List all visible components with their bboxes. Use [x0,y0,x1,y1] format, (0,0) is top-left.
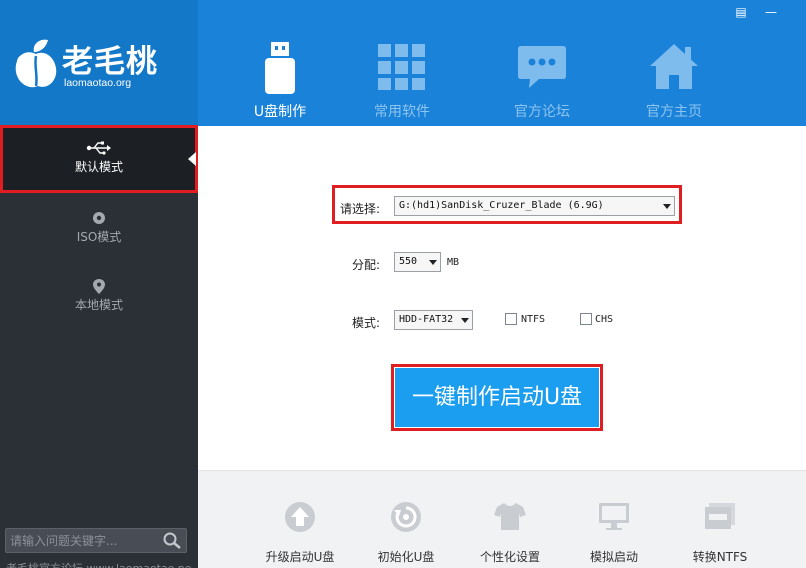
logo-area: 老毛桃 laomaotao.org [0,0,198,126]
chevron-down-icon [663,204,671,209]
chs-checkbox[interactable] [580,313,592,325]
allocate-unit: MB [447,257,460,268]
minimize-icon: — [765,5,777,19]
tools-bar: 升级启动U盘 初始化U盘 个性化设置 模拟启动 转换NTFS [198,470,806,568]
header: ▤ — U盘制作 常用软件 官方论坛 官方主页 [198,0,806,126]
reset-icon [356,501,456,535]
tab-label: 官方论坛 [514,104,570,120]
peach-logo-icon [15,39,57,88]
sidebar: 老毛桃 laomaotao.org 默认模式 ISO模式 本地模式 请输入问题关… [0,0,198,568]
tab-official-home[interactable]: 官方主页 [624,0,724,126]
device-select-value: G:(hd1)SanDisk_Cruzer_Blade (6.9G) [399,200,604,211]
tool-label: 升级启动U盘 [265,550,335,564]
disc-icon [0,211,198,227]
sidebar-item-label: 本地模式 [74,298,123,312]
ntfs-checkbox[interactable] [505,313,517,325]
tab-common-software[interactable]: 常用软件 [352,0,452,126]
mode-select[interactable]: HDD-FAT32 [394,310,473,330]
sidebar-item-iso-mode[interactable]: ISO模式 [0,195,198,263]
tab-label: U盘制作 [253,104,307,120]
tool-personalize[interactable]: 个性化设置 [460,471,560,568]
tool-init-usb[interactable]: 初始化U盘 [356,471,456,568]
usb-drive-icon [230,42,330,94]
allocate-label: 分配: [352,258,381,272]
location-pin-icon [0,279,198,295]
mode-label: 模式: [352,316,381,330]
tshirt-icon [460,501,560,535]
tool-label: 个性化设置 [479,550,540,564]
sidebar-item-label: 默认模式 [74,160,123,174]
tool-upgrade-usb[interactable]: 升级启动U盘 [250,471,350,568]
brand-name: 老毛桃 [62,44,158,80]
tab-official-forum[interactable]: 官方论坛 [492,0,592,126]
tool-simulate-boot[interactable]: 模拟启动 [564,471,664,568]
active-indicator-arrow [188,152,196,166]
tab-label: 常用软件 [374,104,430,120]
brand-site: laomaotao.org [64,77,132,89]
usb-icon [3,141,195,157]
menu-button[interactable]: ▤ [732,4,750,20]
make-bootable-usb-button[interactable]: 一键制作启动U盘 [395,368,599,427]
chevron-down-icon [429,260,437,265]
tool-label: 初始化U盘 [377,550,435,564]
home-icon [624,42,724,94]
minimize-button[interactable]: — [762,4,780,20]
sidebar-item-local-mode[interactable]: 本地模式 [0,263,198,331]
tab-usb-make[interactable]: U盘制作 [230,0,330,126]
chs-label: CHS [595,314,614,325]
tool-label: 转换NTFS [692,550,748,564]
chevron-down-icon [461,318,469,323]
device-label: 请选择: [340,202,381,216]
allocate-select[interactable]: 550 [394,252,441,272]
mode-select-value: HDD-FAT32 [399,314,454,325]
ntfs-convert-icon [670,501,770,535]
grid-icon [352,42,452,94]
search-box [5,528,187,553]
sidebar-item-label: ISO模式 [76,230,122,244]
chat-bubble-icon [492,42,592,94]
upgrade-arrow-icon [250,501,350,535]
search-icon [163,532,181,549]
tool-label: 模拟启动 [589,550,638,564]
sidebar-footer-text[interactable]: 老毛桃官方论坛 www.laomaotao.net [6,560,192,568]
device-select[interactable]: G:(hd1)SanDisk_Cruzer_Blade (6.9G) [394,196,675,216]
tool-convert-ntfs[interactable]: 转换NTFS [670,471,770,568]
tab-label: 官方主页 [646,104,702,120]
allocate-select-value: 550 [399,256,418,267]
sidebar-item-default-mode[interactable]: 默认模式 [0,125,198,193]
search-button[interactable] [161,531,183,550]
menu-icon: ▤ [735,5,747,19]
main-panel: 请选择: G:(hd1)SanDisk_Cruzer_Blade (6.9G) … [198,126,806,470]
ntfs-label: NTFS [521,314,546,325]
monitor-icon [564,501,664,535]
search-input[interactable] [10,529,158,552]
